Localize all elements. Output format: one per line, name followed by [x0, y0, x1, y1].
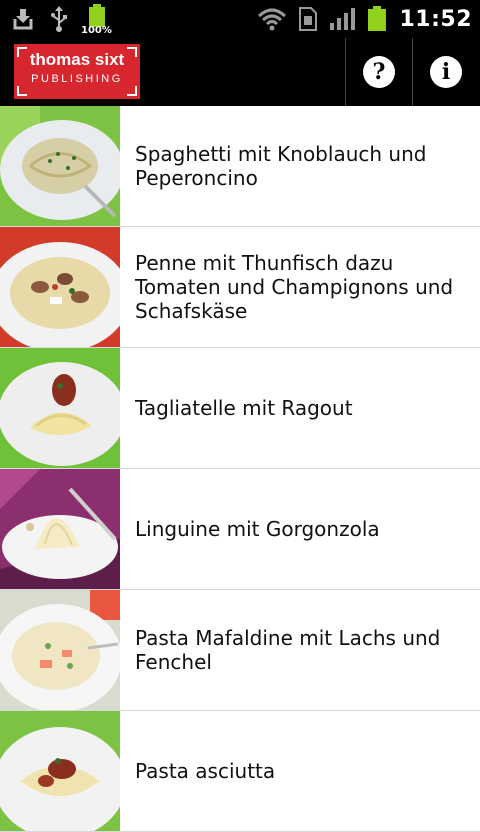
list-item[interactable]: Penne mit Thunfisch dazu Tomaten und Cha…	[0, 227, 480, 348]
help-icon: ?	[363, 56, 395, 88]
recipe-title: Tagliatelle mit Ragout	[135, 396, 353, 420]
publisher-logo: thomas sixt PUBLISHING	[14, 44, 140, 99]
sim-card-icon	[299, 7, 318, 31]
recipe-list: Spaghetti mit Knoblauch und Peperoncino …	[0, 106, 480, 832]
signal-strength-icon	[329, 7, 356, 31]
status-bar: 100% 11:52	[0, 0, 480, 38]
recipe-thumbnail	[0, 106, 120, 226]
recipe-title: Pasta asciutta	[135, 759, 276, 783]
list-item[interactable]: Pasta Mafaldine mit Lachs und Fenchel	[0, 590, 480, 711]
recipe-thumbnail	[0, 227, 120, 347]
usb-icon	[50, 6, 68, 32]
recipe-thumbnail	[0, 348, 120, 468]
info-icon: i	[430, 56, 462, 88]
logo-corner-decoration	[17, 47, 27, 57]
recipe-thumbnail	[0, 711, 120, 831]
list-item[interactable]: Tagliatelle mit Ragout	[0, 348, 480, 469]
action-bar: thomas sixt PUBLISHING ? i	[0, 38, 480, 107]
list-item[interactable]: Linguine mit Gorgonzola	[0, 469, 480, 590]
info-button[interactable]: i	[412, 38, 479, 106]
wifi-icon	[257, 7, 287, 31]
battery-full-icon: 100%	[81, 3, 112, 36]
recipe-title: Pasta Mafaldine mit Lachs und Fenchel	[135, 626, 441, 674]
recipe-title: Penne mit Thunfisch dazu Tomaten und Cha…	[135, 251, 454, 323]
recipe-thumbnail	[0, 469, 120, 589]
battery-percent-label: 100%	[81, 25, 112, 36]
battery-icon	[367, 6, 387, 32]
download-icon	[12, 7, 34, 31]
list-item[interactable]: Pasta asciutta	[0, 711, 480, 832]
recipe-title: Linguine mit Gorgonzola	[135, 517, 380, 541]
recipe-thumbnail	[0, 590, 120, 710]
logo-corner-decoration	[127, 86, 137, 96]
logo-subtitle: PUBLISHING	[31, 73, 123, 85]
logo-corner-decoration	[127, 47, 137, 57]
list-item[interactable]: Spaghetti mit Knoblauch und Peperoncino	[0, 106, 480, 227]
logo-title: thomas sixt	[29, 50, 125, 69]
help-button[interactable]: ?	[345, 38, 412, 106]
clock: 11:52	[399, 6, 472, 32]
logo-corner-decoration	[17, 86, 27, 96]
recipe-title: Spaghetti mit Knoblauch und Peperoncino	[135, 142, 427, 190]
